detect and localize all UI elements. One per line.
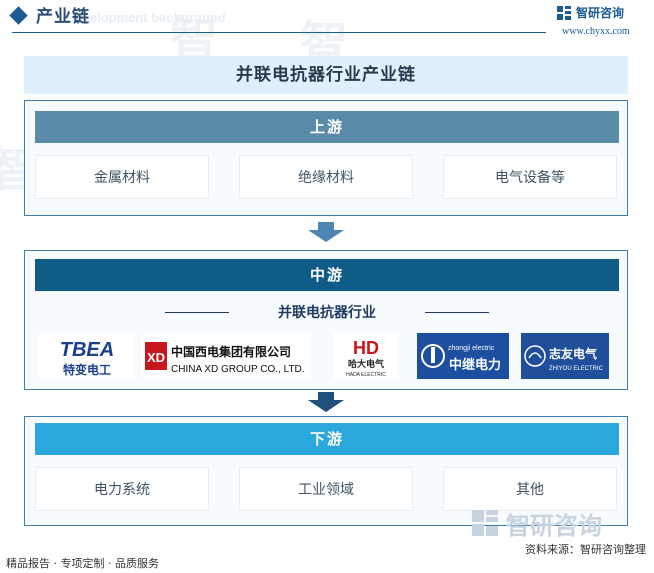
- zhongji-logo-text: 中继电力: [449, 357, 501, 373]
- industry-label: 并联电抗器行业: [278, 305, 376, 321]
- xd-logo: XD 中国西电集团有限公司 CHINA XD GROUP CO., LTD.: [143, 333, 311, 379]
- upstream-header: 上游: [35, 111, 619, 143]
- hada-logo-icon: HD 哈大电气 HADA ELECTRIC: [346, 338, 386, 378]
- xd-logo-text: 中国西电集团有限公司: [171, 344, 291, 359]
- brand-logo-icon: [557, 6, 571, 20]
- midstream-section: 中游 并联电抗器行业 TBEA 特变电工 XD 中国西电集团有限公司 CHINA…: [24, 250, 628, 390]
- downstream-item: 电力系统: [35, 467, 209, 511]
- downstream-item: 工业领域: [239, 467, 413, 511]
- brand-url: www.chyxx.com: [562, 26, 630, 37]
- zhiyou-logo: 志友电气 ZHIYOU ELECTRIC: [521, 333, 609, 379]
- tbea-logo-text: TBEA: [60, 339, 114, 361]
- xd-logo-sub: CHINA XD GROUP CO., LTD.: [171, 364, 305, 375]
- brand: 智研咨询 www.chyxx.com: [556, 4, 640, 38]
- hada-logo-mark: HD: [353, 338, 379, 358]
- zhongji-logo: zhongji electric 中继电力: [417, 333, 509, 379]
- chain-title: 并联电抗器行业产业链: [24, 56, 628, 94]
- tbea-logo: TBEA 特变电工: [39, 333, 135, 379]
- zhiyou-logo-text: 志友电气: [549, 346, 597, 361]
- diamond-icon: [9, 6, 28, 25]
- upstream-item: 金属材料: [35, 155, 209, 199]
- upstream-item: 电气设备等: [443, 155, 617, 199]
- header-divider: [12, 32, 546, 33]
- tbea-logo-icon: TBEA 特变电工: [60, 339, 114, 377]
- tbea-logo-sub: 特变电工: [63, 362, 111, 377]
- down-arrow-icon: [308, 392, 344, 412]
- midstream-header: 中游: [35, 259, 619, 291]
- downstream-item: 其他: [443, 467, 617, 511]
- upstream-item: 绝缘材料: [239, 155, 413, 199]
- header: Development background 产业链 智研咨询 www.chyx…: [0, 0, 654, 40]
- page-title: 产业链: [36, 7, 90, 27]
- hada-logo-text: 哈大电气: [348, 358, 384, 370]
- xd-logo-mark: XD: [147, 350, 165, 365]
- zhongji-logo-sub: zhongji electric: [448, 345, 495, 352]
- footer-source: 资料来源：智研咨询整理: [525, 543, 646, 556]
- upstream-section: 上游 金属材料 绝缘材料 电气设备等: [24, 100, 628, 216]
- footer-watermark-text: 智研咨询: [506, 512, 602, 540]
- brand-name: 智研咨询: [576, 6, 625, 20]
- down-arrow-icon: [308, 222, 344, 242]
- hada-logo: HD 哈大电气 HADA ELECTRIC: [333, 333, 399, 379]
- industry-right-line: [425, 312, 489, 313]
- zhongji-logo-icon: zhongji electric 中继电力: [421, 344, 501, 373]
- footer-slogan: 精品报告 · 专项定制 · 品质服务: [6, 557, 159, 570]
- hada-logo-sub: HADA ELECTRIC: [346, 372, 386, 378]
- footer-watermark-logo: 智研咨询: [472, 510, 602, 540]
- zhiyou-logo-sub: ZHIYOU ELECTRIC: [549, 366, 604, 372]
- zhiyou-logo-icon: 志友电气 ZHIYOU ELECTRIC: [524, 345, 604, 372]
- xd-logo-icon: XD 中国西电集团有限公司 CHINA XD GROUP CO., LTD.: [145, 342, 305, 375]
- downstream-header: 下游: [35, 423, 619, 455]
